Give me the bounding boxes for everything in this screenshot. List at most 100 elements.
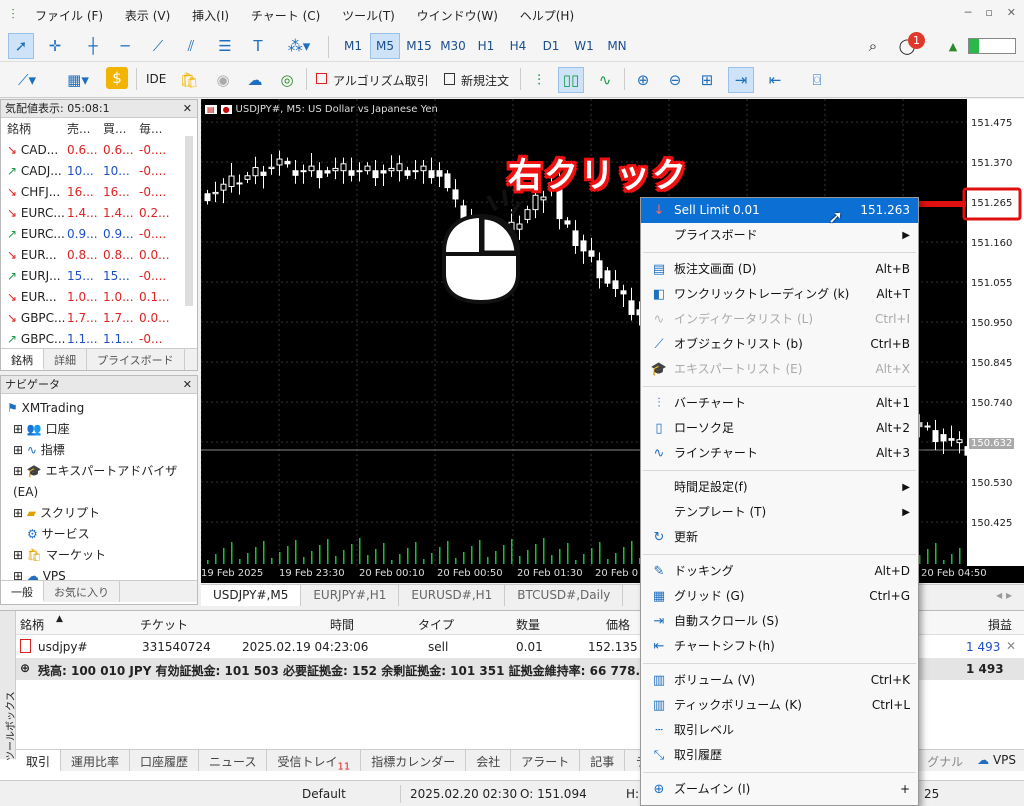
market-watch-row[interactable]: ↘ EUR... 1.0... 1.0... 0.1... (1, 286, 197, 307)
chart-shift-icon[interactable]: ⇤ (762, 67, 788, 93)
tf-m15[interactable]: M15 (403, 33, 435, 59)
context-menu-item[interactable]: テンプレート (T) ▶ (641, 500, 918, 525)
bar-chart-icon[interactable]: ⫶ (526, 67, 552, 93)
context-menu-item[interactable]: ∿ インディケータリスト (L) Ctrl+I (641, 307, 918, 332)
tab-symbols[interactable]: 銘柄 (1, 349, 44, 370)
col-bid[interactable]: 売... (67, 118, 103, 139)
market-watch-row[interactable]: ↗ GBPC... 1.1... 1.1... -0... (1, 328, 197, 349)
minimize-icon[interactable]: ─ (965, 6, 972, 19)
menu-help[interactable]: ヘルプ(H) (520, 9, 574, 23)
channel-icon[interactable]: ⫽ (178, 33, 204, 59)
market-icon[interactable]: $ (106, 67, 128, 89)
tree-item-indicators[interactable]: ⊞ ∿ 指標 (7, 440, 191, 461)
line-chart-icon[interactable]: ∿ (592, 67, 618, 93)
cloud-icon[interactable]: ☁ (242, 67, 268, 93)
tab-news[interactable]: ニュース (199, 750, 268, 771)
tile-windows-icon[interactable]: ⊞ (694, 67, 720, 93)
search-icon[interactable]: ⌕ (860, 33, 886, 59)
context-menu-item[interactable]: ▦ グリッド (G) Ctrl+G (641, 584, 918, 609)
crosshair-icon[interactable]: ✛ (42, 33, 68, 59)
col-type[interactable]: タイプ (418, 616, 454, 633)
close-icon[interactable]: ✕ (183, 100, 192, 118)
market-watch-row[interactable]: ↘ CAD... 0.6... 0.6... -0.... (1, 139, 197, 160)
tf-h4[interactable]: H4 (503, 33, 533, 59)
tree-item-accounts[interactable]: ⊞ 👥 口座 (7, 419, 191, 440)
tab-general[interactable]: 一般 (1, 581, 44, 602)
vps-globe-icon[interactable]: ◎ (274, 67, 300, 93)
menu-tools[interactable]: ツール(T) (342, 9, 395, 23)
tab-details[interactable]: 詳細 (44, 349, 87, 370)
tab-history[interactable]: 口座履歴 (130, 750, 200, 771)
context-menu-item[interactable]: ⊕ ズームイン (I) + (641, 777, 918, 802)
context-menu-item[interactable]: プライスボード ▶ (641, 223, 918, 248)
tab-trade[interactable]: 取引 (16, 750, 62, 771)
menu-chart[interactable]: チャート (C) (251, 9, 320, 23)
tab-exposure[interactable]: 運用比率 (61, 750, 131, 771)
context-menu-item[interactable]: ⇤ チャートシフト(h) (641, 634, 918, 659)
tree-root[interactable]: ⚑ XMTrading (7, 398, 191, 419)
col-profit[interactable]: 損益 (988, 616, 1012, 633)
close-icon[interactable]: ✕ (1007, 6, 1016, 19)
chart-type-icon[interactable]: ⟋▾ (8, 67, 46, 93)
tf-m30[interactable]: M30 (437, 33, 469, 59)
context-menu-item[interactable]: ∿ ラインチャート Alt+3 (641, 441, 918, 466)
autoscroll-icon[interactable]: ⇥ (728, 67, 754, 93)
market-watch-row[interactable]: ↗ EURJ... 15... 15... -0.... (1, 265, 197, 286)
market-watch-row[interactable]: ↘ EUR... 0.8... 0.8... 0.0... (1, 244, 197, 265)
candlestick-icon[interactable]: ▯▯ (558, 67, 584, 93)
new-order-button[interactable]: 新規注文 (461, 72, 509, 89)
context-menu-item[interactable]: ┄ 取引レベル (641, 718, 918, 743)
level-icon[interactable]: ▲ (940, 33, 966, 59)
tab-vps[interactable]: ☁ VPS (969, 750, 1024, 771)
context-menu-item[interactable]: ↻ 更新 (641, 525, 918, 550)
trendline-icon[interactable]: ⟋ (145, 33, 171, 59)
ide-button[interactable]: IDE (146, 72, 166, 86)
context-menu-item[interactable]: ↓ Sell Limit 0.01 151.263 (641, 198, 918, 223)
expand-icon[interactable]: ⊕ (20, 661, 30, 675)
shapes-icon[interactable]: ⁂▾ (280, 33, 318, 59)
tab-price-board[interactable]: プライスボード (87, 349, 185, 370)
vertical-line-icon[interactable]: ┼ (80, 33, 106, 59)
tab-favorites[interactable]: お気に入り (44, 581, 120, 602)
close-position-icon[interactable]: ✕ (1006, 639, 1016, 653)
signals-icon[interactable]: ◉ (210, 67, 236, 93)
horizontal-line-icon[interactable]: ─ (112, 33, 138, 59)
tab-eurusd-h1[interactable]: EURUSD#,H1 (399, 585, 506, 606)
shopping-bag-icon[interactable]: 🛍 (176, 67, 202, 93)
context-menu-item[interactable]: ⫶ バーチャート Alt+1 (641, 391, 918, 416)
context-menu-item[interactable]: ⇥ 自動スクロール (S) (641, 609, 918, 634)
market-watch-row[interactable]: ↘ CHFJ... 16... 16... -0.... (1, 181, 197, 202)
col-symbol[interactable]: 銘柄 (20, 616, 44, 633)
col-volume[interactable]: 数量 (516, 616, 540, 633)
context-menu-item[interactable]: ⟋ オブジェクトリスト (b) Ctrl+B (641, 332, 918, 357)
close-icon[interactable]: ✕ (183, 376, 192, 394)
scrollbar[interactable] (185, 136, 193, 306)
context-menu-item[interactable]: ✎ ドッキング Alt+D (641, 559, 918, 584)
menu-insert[interactable]: 挿入(I) (192, 9, 229, 23)
tab-articles[interactable]: 記事 (580, 750, 626, 771)
indicators-icon[interactable]: ▦▾ (56, 67, 100, 93)
tree-item-experts[interactable]: ⊞ 🎓 エキスパートアドバイザ(EA) (7, 461, 191, 503)
tf-w1[interactable]: W1 (569, 33, 599, 59)
tab-alerts[interactable]: アラート (511, 750, 581, 771)
tree-item-market[interactable]: ⊞ 🛍 マーケット (7, 545, 191, 566)
tf-m1[interactable]: M1 (338, 33, 368, 59)
tab-eurjpy-h1[interactable]: EURJPY#,H1 (301, 585, 400, 606)
tab-btcusd-daily[interactable]: BTCUSD#,Daily (505, 585, 624, 606)
col-ticket[interactable]: チケット (140, 616, 188, 633)
context-menu-item[interactable]: ⤡ 取引履歴 (641, 743, 918, 768)
tf-h1[interactable]: H1 (471, 33, 501, 59)
zoom-out-icon[interactable]: ⊖ (662, 67, 688, 93)
text-icon[interactable]: T (245, 33, 271, 59)
market-watch-row[interactable]: ↘ EURC... 1.4... 1.4... 0.2... (1, 202, 197, 223)
market-watch-row[interactable]: ↗ EURC... 0.9... 0.9... -0.... (1, 223, 197, 244)
restore-icon[interactable]: ▫ (985, 6, 992, 19)
tf-mn[interactable]: MN (602, 33, 632, 59)
menu-window[interactable]: ウインドウ(W) (417, 9, 498, 23)
algo-trading-button[interactable]: アルゴリズム取引 (333, 72, 429, 89)
cursor-icon[interactable]: ➚ (8, 33, 34, 59)
context-menu-item[interactable]: 時間足設定(f) ▶ (641, 475, 918, 500)
screenshot-icon[interactable]: ⌼ (804, 67, 830, 93)
col-price[interactable]: 価格 (606, 616, 630, 633)
tab-mailbox[interactable]: 受信トレイ11 (267, 750, 362, 772)
